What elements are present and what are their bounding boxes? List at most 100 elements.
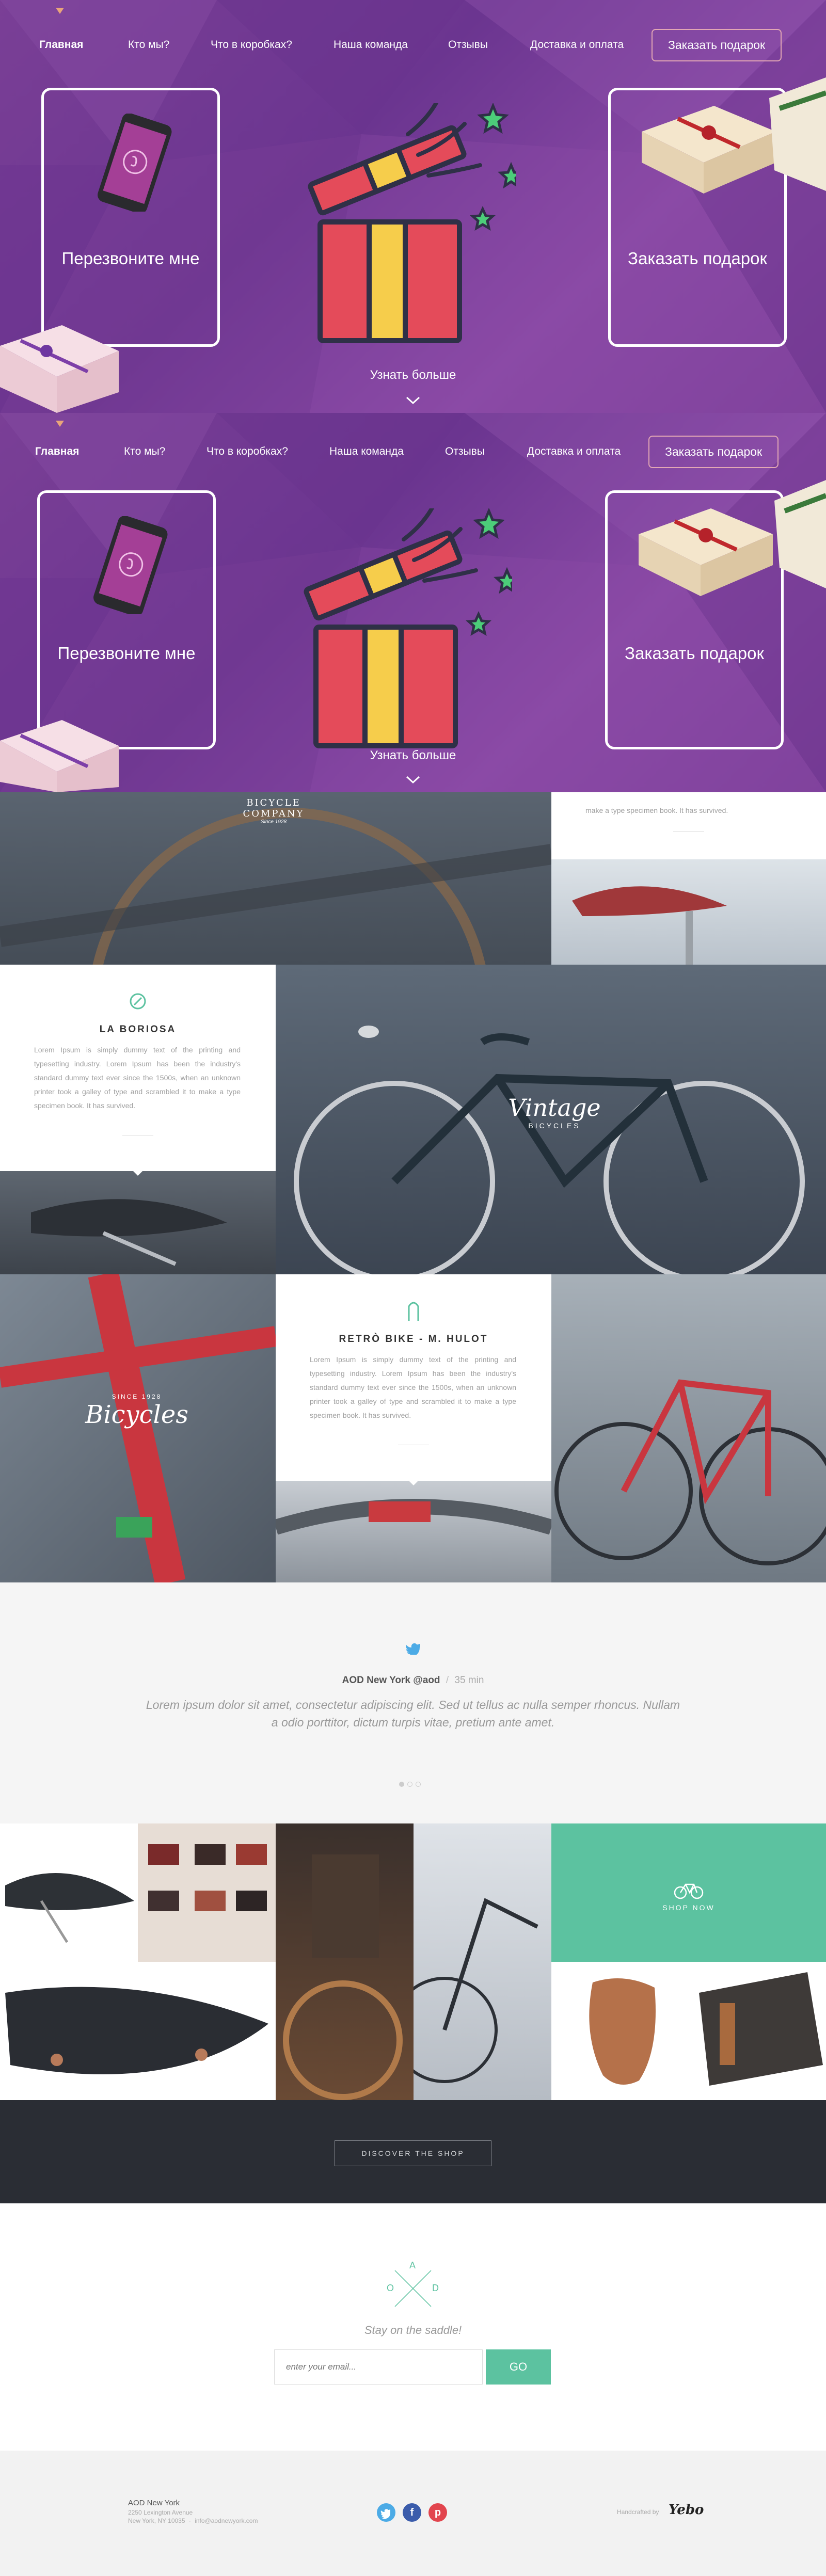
saddle-black-photo — [0, 1823, 138, 1962]
email-input[interactable] — [274, 2349, 483, 2385]
gift-box-icon — [308, 103, 516, 343]
black-bike-photo — [414, 1823, 551, 2100]
phone-icon — [98, 114, 172, 212]
saddle-wall-photo — [138, 1823, 276, 1962]
bicycle-company-logo: BICYCLE COMPANY Since 1928 — [243, 797, 305, 825]
tweet-text: Lorem ipsum dolor sit amet, consectetur … — [146, 1698, 680, 1729]
tweet-meta: AOD New York @aod / 35 min — [342, 1675, 484, 1686]
footer-company-name: AOD New York — [128, 2499, 180, 2507]
newsletter-section: A O D Stay on the saddle! GO — [0, 2203, 826, 2451]
twitter-social-icon[interactable] — [377, 2503, 395, 2522]
footer-city: New York, NY 10035 — [128, 2517, 185, 2524]
carousel-dot[interactable] — [399, 1782, 404, 1787]
tweet-author[interactable]: AOD New York — [342, 1675, 410, 1686]
call-me-card[interactable]: Перезвоните мне — [41, 88, 220, 347]
order-gift-label: Заказать подарок — [625, 644, 764, 663]
saddle-brown-photo — [551, 1962, 689, 2100]
shop-now-label: SHOP NOW — [662, 1903, 715, 1912]
nav-order-button[interactable]: Заказать подарок — [648, 435, 779, 468]
nav-reviews[interactable]: Отзывы — [445, 445, 485, 458]
bike-wheel-photo: BICYCLE COMPANY Since 1928 — [0, 792, 551, 965]
learn-more-link[interactable]: Узнать больше — [0, 748, 826, 763]
gift-box-icon — [304, 508, 512, 748]
order-gift-label: Заказать подарок — [628, 249, 767, 268]
leather-bag-photo — [689, 1962, 826, 2100]
carousel-dot[interactable] — [407, 1782, 412, 1787]
learn-more-link[interactable]: Узнать больше — [0, 368, 826, 382]
go-button[interactable]: GO — [486, 2349, 551, 2385]
nav-home[interactable]: Главная — [35, 445, 79, 458]
tweet-handle[interactable]: @aod — [413, 1675, 440, 1686]
survived-text: make a type specimen book. It has surviv… — [585, 806, 728, 814]
nav-delivery[interactable]: Доставка и оплата — [527, 445, 621, 458]
facebook-social-icon[interactable]: f — [403, 2503, 421, 2522]
boriosa-tile: LA BORIOSA Lorem Ipsum is simply dummy t… — [0, 965, 276, 1171]
pointer-notch — [409, 1481, 418, 1485]
saddle-copper-photo — [0, 1962, 276, 2100]
yebo-logo[interactable]: Yebo — [669, 2502, 704, 2518]
red-bike-wall-photo — [551, 1274, 826, 1582]
call-me-label: Перезвоните мне — [57, 644, 196, 663]
tweet-time: 35 min — [454, 1675, 484, 1686]
chevron-down-icon[interactable] — [406, 396, 420, 405]
nav-order-button[interactable]: Заказать подарок — [652, 28, 782, 61]
newsletter-tagline: Stay on the saddle! — [364, 2324, 462, 2337]
green-gift-photo — [774, 480, 826, 588]
nav-delivery[interactable]: Доставка и оплата — [530, 39, 624, 51]
nav-boxes[interactable]: Что в коробках? — [206, 445, 288, 458]
main-nav: Главная Кто мы? Что в коробках? Наша ком… — [0, 27, 826, 63]
nav-team[interactable]: Наша команда — [329, 445, 404, 458]
main-nav: Главная Кто мы? Что в коробках? Наша ком… — [0, 434, 826, 470]
call-me-label: Перезвоните мне — [61, 249, 200, 268]
retro-title: RETRÒ BIKE - M. HULOT — [339, 1334, 488, 1345]
nav-home[interactable]: Главная — [39, 39, 83, 51]
pointer-notch — [133, 1171, 142, 1176]
retro-text: Lorem Ipsum is simply dummy text of the … — [310, 1355, 516, 1419]
divider — [673, 831, 704, 832]
hero-section: Главная Кто мы? Что в коробках? Наша ком… — [0, 0, 826, 413]
green-gift-photo — [769, 77, 826, 191]
nav-reviews[interactable]: Отзывы — [448, 39, 488, 51]
footer-address: 2250 Lexington Avenue — [128, 2509, 193, 2516]
shop-now-tile[interactable]: SHOP NOW — [551, 1823, 826, 1962]
twitter-icon[interactable] — [406, 1642, 420, 1655]
saddle-photo — [551, 859, 826, 965]
pinterest-social-icon[interactable]: p — [428, 2503, 447, 2522]
discover-section: DISCOVER THE SHOP — [0, 2100, 826, 2203]
footer: AOD New York 2250 Lexington Avenue New Y… — [0, 2451, 826, 2576]
hero-section-duplicate: Главная Кто мы? Что в коробках? Наша ком… — [0, 413, 826, 792]
vintage-logo: Vintage BICYCLES — [508, 1094, 601, 1130]
aod-logo: A O D — [385, 2260, 441, 2317]
footer-credit: Handcrafted by — [617, 2508, 659, 2516]
gallery-section: BICYCLE COMPANY Since 1928 make a type s… — [0, 792, 826, 1582]
discover-shop-button[interactable]: DISCOVER THE SHOP — [335, 2140, 491, 2166]
top-marker-icon — [56, 420, 64, 427]
nav-boxes[interactable]: Что в коробках? — [211, 39, 292, 51]
top-marker-icon — [56, 7, 64, 14]
boriosa-text: Lorem Ipsum is simply dummy text of the … — [34, 1046, 241, 1110]
red-frame-photo: SINCE 1928 Bicycles — [0, 1274, 276, 1582]
pink-gift-photo — [0, 325, 119, 413]
bag-bike-photo — [276, 1823, 414, 2100]
survived-text-tile: make a type specimen book. It has surviv… — [551, 792, 826, 859]
bike-fork-icon — [408, 1302, 419, 1321]
saddle-rails-photo — [0, 1171, 276, 1274]
bicycle-icon — [674, 1883, 704, 1899]
nav-about[interactable]: Кто мы? — [128, 39, 169, 51]
order-gift-card[interactable]: Заказать подарок — [605, 490, 784, 749]
chevron-down-icon[interactable] — [406, 776, 420, 784]
vintage-bike-photo: Vintage BICYCLES — [276, 965, 826, 1274]
leaf-icon — [130, 993, 146, 1010]
shop-grid: SHOP NOW — [0, 1823, 826, 2100]
phone-icon — [93, 516, 168, 614]
footer-email[interactable]: info@aodnewyork.com — [195, 2517, 258, 2524]
footer-contact: New York, NY 10035 · info@aodnewyork.com — [128, 2517, 258, 2524]
nav-about[interactable]: Кто мы? — [124, 445, 165, 458]
retro-bike-tile: RETRÒ BIKE - M. HULOT Lorem Ipsum is sim… — [276, 1274, 551, 1481]
twitter-section: AOD New York @aod / 35 min Lorem ipsum d… — [0, 1582, 826, 1823]
nav-team[interactable]: Наша команда — [333, 39, 408, 51]
boriosa-title: LA BORIOSA — [99, 1024, 177, 1035]
carousel-dots — [398, 1782, 428, 1788]
carousel-dot[interactable] — [416, 1782, 421, 1787]
bicycles-logo: SINCE 1928 Bicycles — [85, 1393, 188, 1429]
